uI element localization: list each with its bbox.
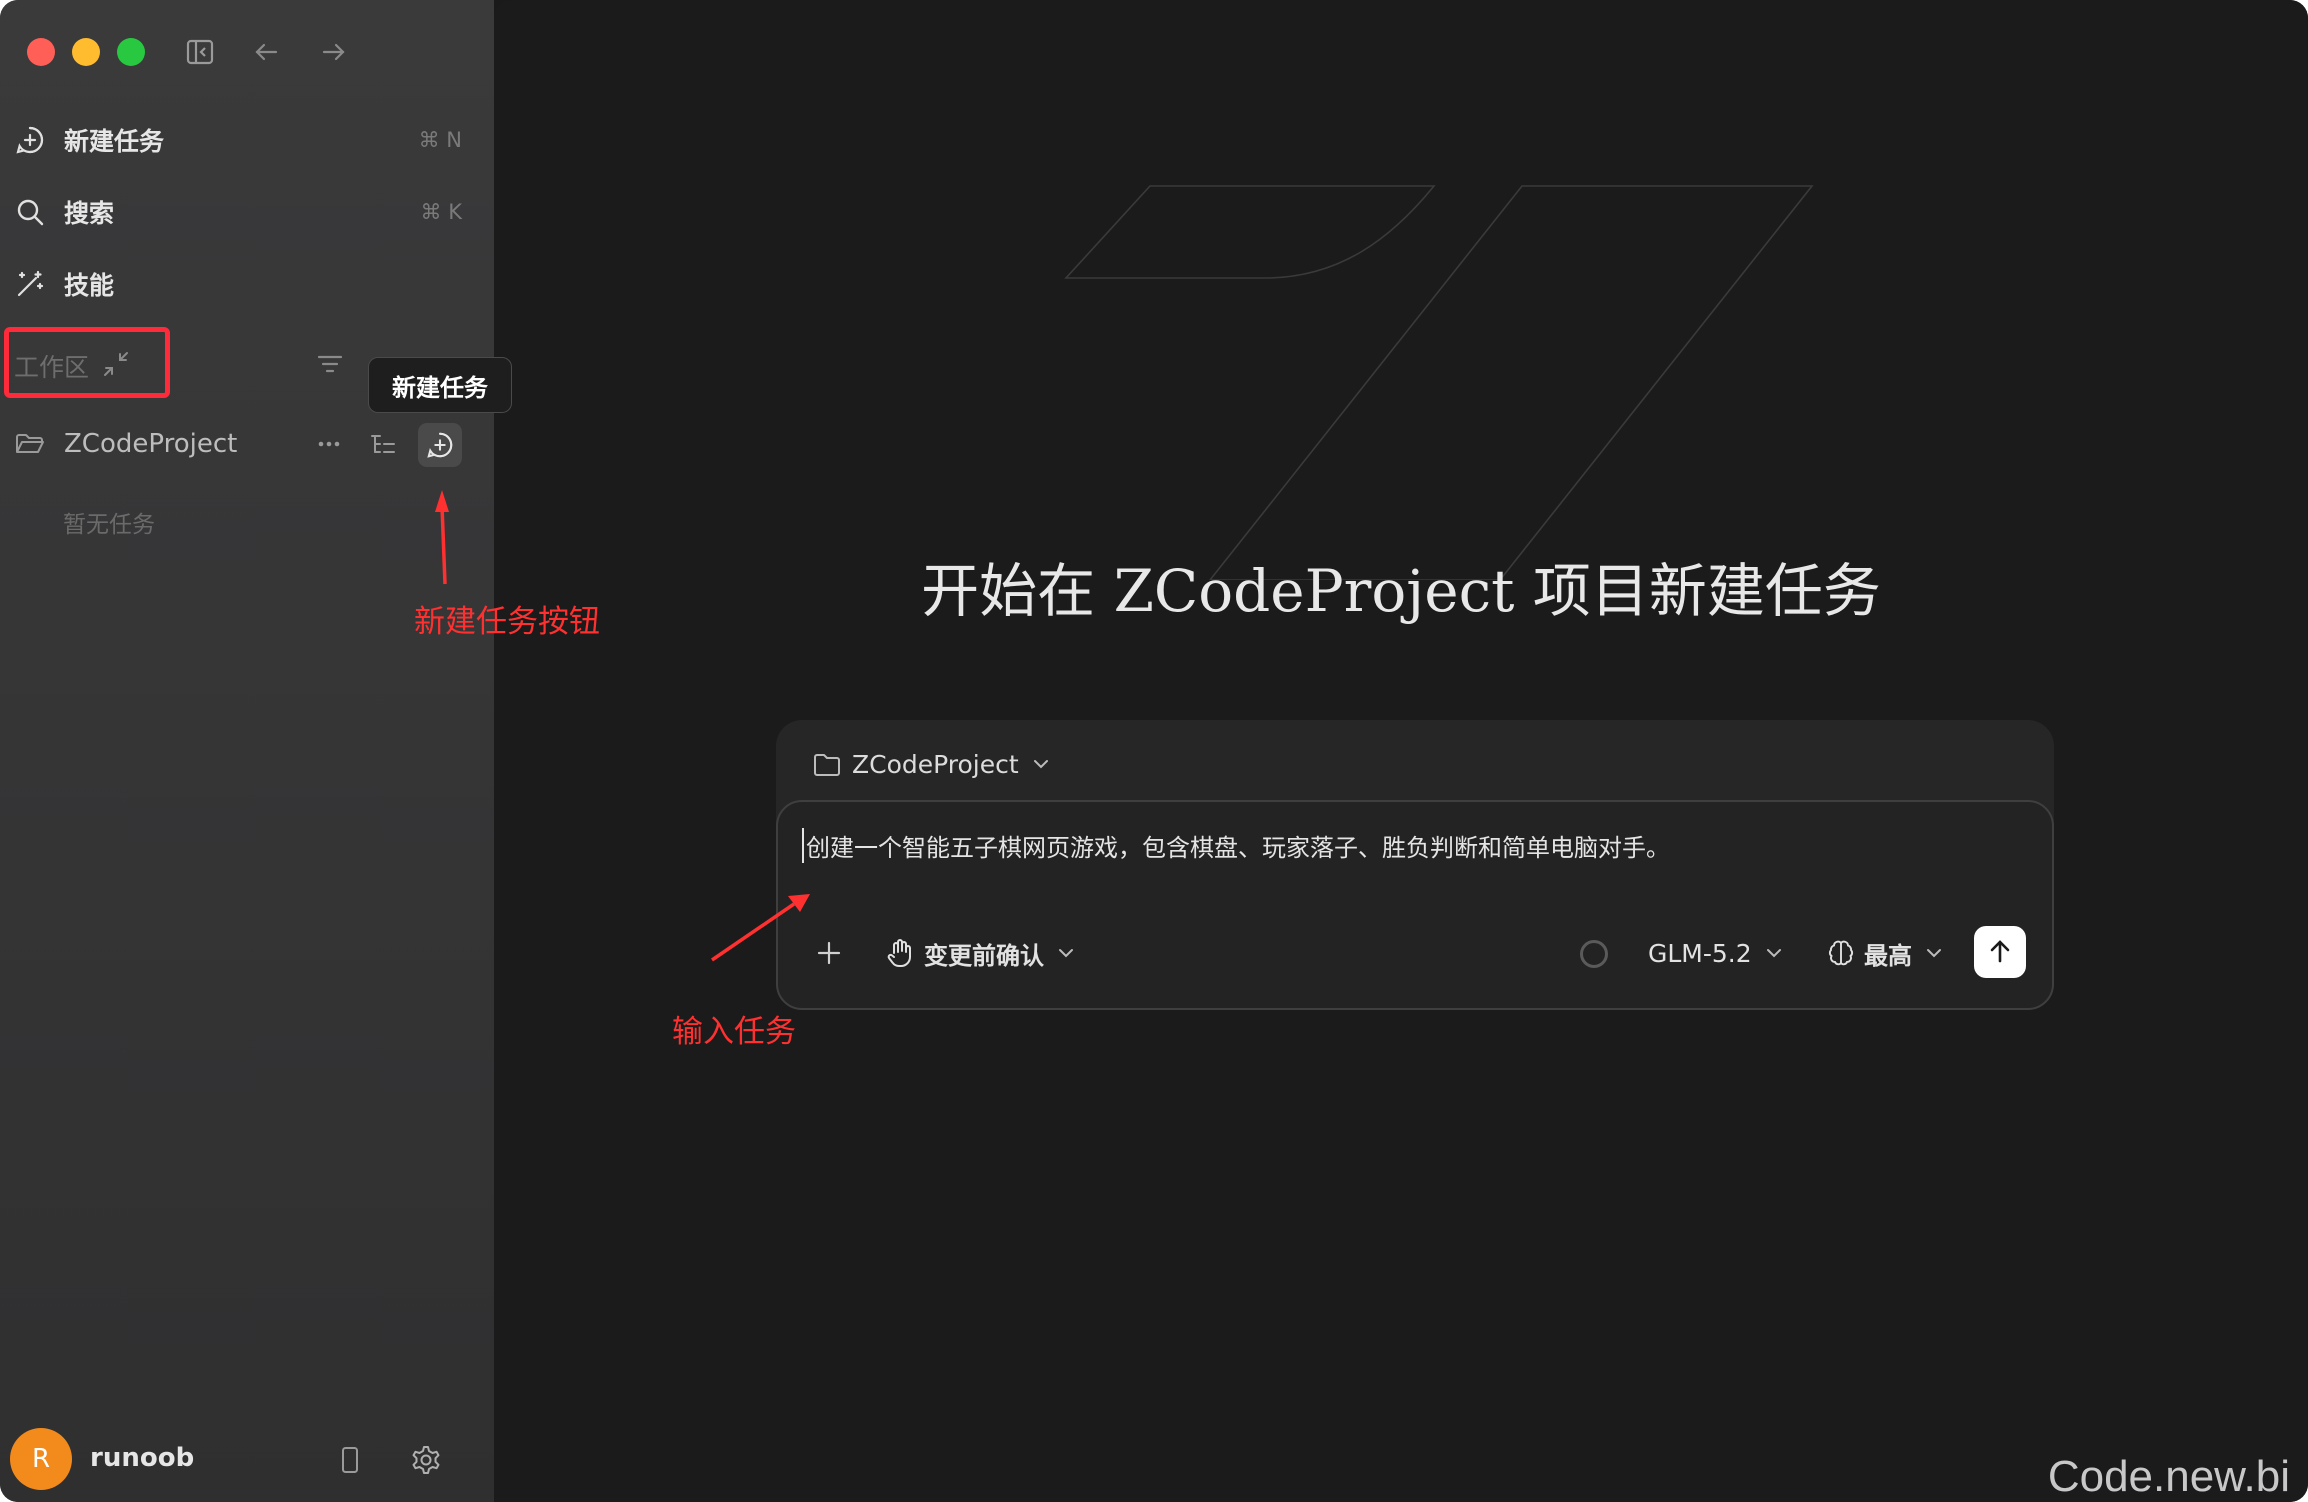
task-input-box[interactable]: 创建一个智能五子棋网页游戏，包含棋盘、玩家落子、胜负判断和简单电脑对手。 变更前… (776, 800, 2054, 1010)
chevron-down-icon (1056, 943, 1076, 963)
nav-new-task-shortcut: ⌘ N (418, 128, 462, 152)
app-window: 新建任务 ⌘ N 搜索 ⌘ K 技能 工作区 ZCodeProject 暂无任务… (0, 0, 2308, 1502)
project-selector[interactable]: ZCodeProject (812, 744, 1051, 784)
list-tree-icon[interactable] (368, 429, 398, 459)
new-task-icon (427, 432, 453, 458)
sidebar-toggle-icon[interactable] (184, 36, 216, 68)
nav-new-task[interactable]: 新建任务 ⌘ N (14, 112, 466, 168)
zcode-logo-icon (1064, 185, 1814, 580)
more-icon[interactable] (314, 429, 344, 459)
sidebar: 新建任务 ⌘ N 搜索 ⌘ K 技能 工作区 ZCodeProject 暂无任务… (0, 0, 494, 1502)
arrow-left-icon[interactable] (250, 36, 282, 68)
model-dropdown[interactable]: GLM-5.2 (1648, 936, 1784, 970)
plus-icon[interactable] (814, 938, 844, 968)
confirm-mode-dropdown[interactable]: 变更前确认 (884, 936, 1076, 970)
effort-label: 最高 (1864, 941, 1912, 970)
chevron-down-icon (1924, 943, 1944, 963)
search-icon (14, 196, 46, 228)
avatar[interactable]: R (10, 1428, 72, 1490)
annotation-input-task: 输入任务 (672, 1014, 796, 1050)
gear-icon[interactable] (410, 1444, 442, 1476)
minimize-window-button[interactable] (72, 38, 100, 66)
phone-icon[interactable] (334, 1444, 366, 1476)
arrow-up-icon (1990, 940, 2010, 963)
filter-icon[interactable] (315, 349, 345, 379)
hero-title: 开始在 ZCodeProject 项目新建任务 (921, 557, 1881, 625)
new-task-icon (14, 124, 46, 156)
annotation-arrow-up (435, 490, 449, 585)
close-window-button[interactable] (27, 38, 55, 66)
nav-new-task-label: 新建任务 (64, 127, 165, 156)
nav-search-shortcut: ⌘ K (420, 200, 462, 224)
model-label: GLM-5.2 (1648, 938, 1752, 968)
send-button[interactable] (1974, 926, 2026, 978)
nav-skills[interactable]: 技能 (14, 256, 466, 312)
username: runoob (90, 1443, 195, 1473)
workspace-label: 工作区 (14, 353, 90, 382)
context-usage-indicator (1580, 940, 1608, 968)
folder-icon (812, 749, 842, 779)
arrow-right-icon[interactable] (318, 36, 350, 68)
new-task-tooltip: 新建任务 (368, 357, 512, 413)
chevron-down-icon (1031, 754, 1051, 774)
project-selector-label: ZCodeProject (852, 749, 1019, 779)
project-new-task-button[interactable] (418, 423, 462, 467)
brain-icon (1826, 938, 1856, 968)
nav-search[interactable]: 搜索 ⌘ K (14, 184, 466, 240)
empty-tasks-text: 暂无任务 (63, 512, 155, 538)
project-name: ZCodeProject (64, 429, 238, 459)
hand-icon (884, 937, 916, 969)
magic-wand-icon (14, 268, 46, 300)
nav-search-label: 搜索 (64, 199, 115, 228)
collapse-icon[interactable] (102, 350, 130, 378)
effort-dropdown[interactable]: 最高 (1826, 936, 1944, 970)
folder-open-icon (14, 428, 46, 460)
confirm-mode-label: 变更前确认 (924, 941, 1044, 970)
nav-skills-label: 技能 (64, 271, 115, 300)
zoom-window-button[interactable] (117, 38, 145, 66)
task-input[interactable]: 创建一个智能五子棋网页游戏，包含棋盘、玩家落子、胜负判断和简单电脑对手。 (802, 828, 1670, 863)
annotation-new-task-button: 新建任务按钮 (414, 604, 600, 640)
watermark: Code.new.bi (2047, 1452, 2290, 1501)
composer: ZCodeProject 创建一个智能五子棋网页游戏，包含棋盘、玩家落子、胜负判… (776, 720, 2054, 1010)
project-row[interactable]: ZCodeProject (14, 424, 474, 464)
chevron-down-icon (1764, 943, 1784, 963)
annotation-arrow-diagonal (711, 894, 810, 962)
